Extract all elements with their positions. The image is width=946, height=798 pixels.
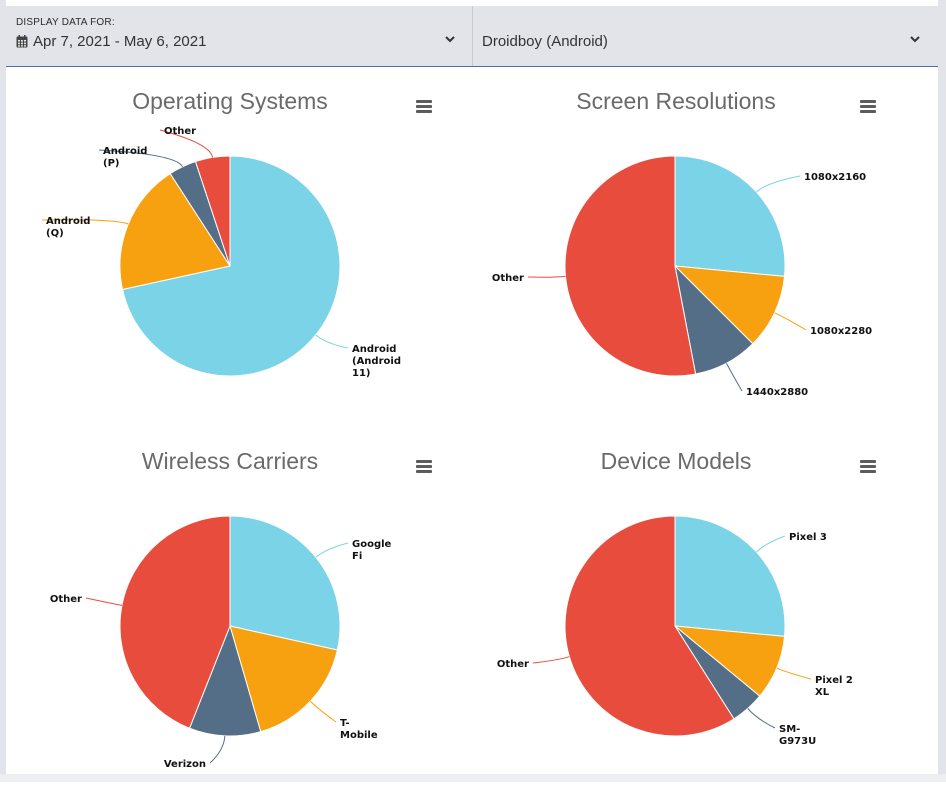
pie-data-label: Pixel 3	[789, 532, 827, 543]
pie-connector	[756, 175, 801, 193]
pie-data-label: SM-G973U	[779, 724, 816, 747]
pie-data-label: Pixel 2 XL	[815, 675, 853, 698]
pie-connector	[776, 667, 812, 680]
pie-connector	[315, 542, 349, 558]
pie-slice[interactable]	[674, 155, 786, 277]
pie-data-label: T-Mobile	[340, 718, 378, 741]
pie-chart: Android (Android 11) Android (Q) Android (P) Ot…	[41, 126, 401, 379]
pie-connector	[726, 362, 743, 392]
pie-charts: Android (Android 11) Android (Q) Android (P) Ot…	[41, 126, 872, 770]
pie-connector	[527, 275, 566, 278]
pie-slice[interactable]	[674, 515, 786, 637]
pie-data-label: 1080x2280	[810, 326, 872, 337]
pie-connector	[756, 535, 786, 553]
pie-data-label: Other	[164, 126, 196, 137]
pie-chart: 1080x2160 1080x2280 1440x2880 Other	[492, 155, 872, 398]
pie-chart: Pixel 3 Pixel 2 XL SM-G973U Other	[497, 515, 853, 747]
pie-connector	[774, 312, 807, 331]
pie-data-label: 1440x2880	[746, 387, 808, 398]
pie-data-label: Other	[497, 659, 529, 670]
pie-connector	[315, 334, 349, 349]
pie-connector	[532, 656, 570, 664]
pie-data-label: 1080x2160	[804, 172, 866, 183]
pie-data-label: Other	[492, 273, 524, 284]
pie-data-label: Android (Android 11)	[352, 344, 401, 379]
pie-data-label: Other	[50, 594, 82, 605]
pie-chart: Google Fi T-Mobile Verizon Other	[50, 515, 392, 770]
pie-data-label: Android (Q)	[46, 216, 90, 239]
pie-connector	[747, 708, 776, 729]
pie-data-label: Google Fi	[352, 539, 392, 562]
pie-data-label: Android (P)	[103, 146, 147, 169]
pie-connector	[209, 735, 226, 764]
pie-connector	[85, 597, 123, 606]
pie-connector	[309, 700, 337, 723]
pie-data-label: Verizon	[164, 759, 206, 770]
